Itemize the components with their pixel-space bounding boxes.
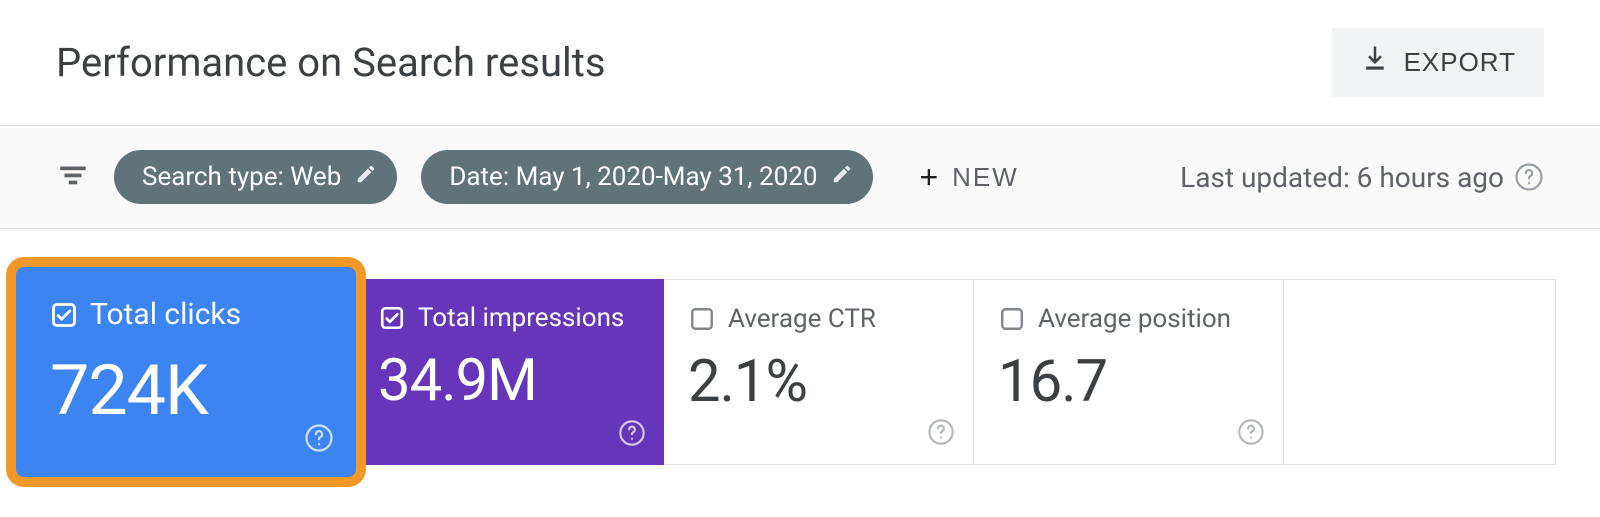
export-label: EXPORT: [1404, 47, 1516, 78]
new-filter-label: NEW: [952, 162, 1019, 193]
checkbox-checked-icon: [378, 304, 406, 332]
last-updated-text: Last updated: 6 hours ago: [1180, 161, 1504, 194]
help-icon[interactable]: [618, 419, 646, 451]
page-title: Performance on Search results: [56, 39, 605, 86]
help-icon[interactable]: [1514, 162, 1544, 192]
export-button[interactable]: EXPORT: [1332, 28, 1544, 97]
metric-label: Average position: [1038, 304, 1231, 334]
metric-value: 2.1%: [688, 348, 949, 416]
pencil-icon: [355, 162, 377, 192]
search-type-chip-label: Search type: Web: [142, 162, 341, 192]
search-type-chip[interactable]: Search type: Web: [114, 150, 397, 204]
filter-icon[interactable]: [56, 158, 90, 196]
metric-value: 34.9M: [378, 347, 640, 415]
metric-value: 16.7: [998, 348, 1259, 416]
pencil-icon: [831, 162, 853, 192]
last-updated: Last updated: 6 hours ago: [1180, 161, 1544, 194]
metric-label: Average CTR: [728, 304, 876, 334]
help-icon[interactable]: [927, 418, 955, 450]
metric-card-total-impressions[interactable]: Total impressions 34.9M: [354, 279, 664, 465]
new-filter-button[interactable]: + NEW: [907, 151, 1030, 204]
metric-value: 724K: [50, 350, 328, 432]
checkbox-unchecked-icon: [688, 305, 716, 333]
metric-card-total-clicks[interactable]: Total clicks 724K: [16, 267, 356, 477]
metrics-row: Total clicks 724K Total i: [16, 279, 1556, 477]
metric-card-average-position[interactable]: Average position 16.7: [974, 279, 1284, 465]
page-header: Performance on Search results EXPORT: [0, 0, 1600, 126]
metric-card-average-ctr[interactable]: Average CTR 2.1%: [664, 279, 974, 465]
metric-label: Total clicks: [90, 297, 241, 332]
plus-icon: +: [919, 159, 940, 196]
metrics-section: Total clicks 724K Total i: [0, 229, 1600, 477]
date-range-chip[interactable]: Date: May 1, 2020-May 31, 2020: [421, 150, 873, 204]
checkbox-checked-icon: [50, 301, 78, 329]
download-icon: [1360, 44, 1390, 81]
date-range-chip-label: Date: May 1, 2020-May 31, 2020: [449, 162, 817, 192]
help-icon[interactable]: [1237, 418, 1265, 450]
metric-label: Total impressions: [418, 303, 624, 333]
filter-bar: Search type: Web Date: May 1, 2020-May 3…: [0, 126, 1600, 229]
metrics-row-tail: [1284, 279, 1556, 465]
help-icon[interactable]: [304, 423, 334, 457]
checkbox-unchecked-icon: [998, 305, 1026, 333]
